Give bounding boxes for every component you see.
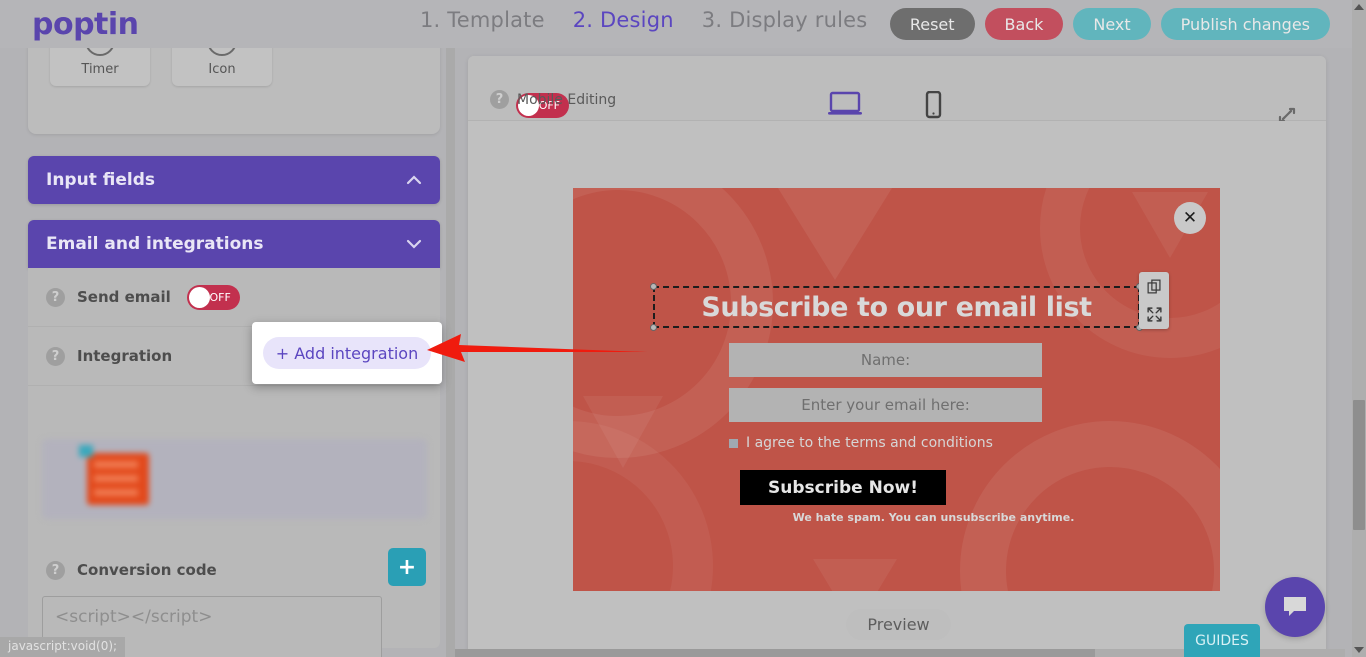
consent-label: I agree to the terms and conditions bbox=[746, 435, 993, 451]
conversion-code-label: Conversion code bbox=[77, 561, 217, 579]
chevron-down-icon bbox=[406, 237, 422, 251]
popup-headline[interactable]: Subscribe to our email list bbox=[655, 288, 1138, 326]
desktop-icon bbox=[827, 91, 862, 122]
preview-button[interactable]: Preview bbox=[846, 609, 951, 640]
decor-triangle-2 bbox=[583, 396, 663, 468]
timer-icon bbox=[85, 48, 115, 56]
resize-handle-bottom-left[interactable] bbox=[650, 324, 657, 331]
canvas-toolbar: OFF ? Mobile Editing Desktop bbox=[468, 56, 1326, 141]
step-display-rules[interactable]: 3. Display rules bbox=[702, 8, 868, 32]
resize-handle-top-left[interactable] bbox=[650, 283, 657, 290]
header-actions: Reset Back Next Publish changes bbox=[889, 8, 1330, 40]
mobile-icon bbox=[923, 90, 943, 124]
widget-palette: Timer Icon bbox=[28, 48, 440, 134]
widget-timer-label: Timer bbox=[81, 61, 119, 77]
move-icon[interactable] bbox=[1146, 307, 1162, 322]
app-header: poptin 1. Template 2. Design 3. Display … bbox=[0, 0, 1352, 48]
popup-close-icon[interactable]: ✕ bbox=[1174, 202, 1206, 234]
consent-checkbox[interactable] bbox=[729, 438, 738, 448]
next-button[interactable]: Next bbox=[1073, 8, 1151, 40]
popup-preview: ✕ Subscribe to our email list Name: Ente… bbox=[573, 188, 1220, 591]
popup-consent-row: I agree to the terms and conditions bbox=[729, 435, 993, 451]
sidebar-divider bbox=[446, 48, 455, 657]
headline-selection-box[interactable]: Subscribe to our email list bbox=[650, 283, 1143, 331]
decor-circle-3 bbox=[960, 421, 1220, 591]
send-email-toggle-state: OFF bbox=[209, 290, 231, 304]
help-icon-mobile-editing[interactable]: ? bbox=[490, 90, 509, 109]
add-integration-button[interactable]: + Add integration bbox=[263, 337, 431, 369]
help-icon-conversion-code[interactable]: ? bbox=[46, 560, 65, 580]
back-button[interactable]: Back bbox=[984, 8, 1064, 40]
section-email-integrations[interactable]: Email and integrations bbox=[28, 220, 440, 268]
widget-icon[interactable]: Icon bbox=[172, 48, 272, 86]
step-template[interactable]: 1. Template bbox=[420, 8, 545, 32]
send-email-toggle[interactable]: OFF bbox=[186, 284, 240, 310]
popup-subscribe-button[interactable]: Subscribe Now! bbox=[740, 470, 946, 505]
poptin-logo[interactable]: poptin bbox=[32, 7, 139, 42]
decor-circle-4 bbox=[573, 421, 713, 591]
horizontal-scrollbar-thumb[interactable] bbox=[455, 649, 1095, 657]
popup-name-field[interactable]: Name: bbox=[729, 343, 1042, 377]
integration-logo-lines bbox=[94, 461, 138, 503]
decor-triangle-1 bbox=[773, 188, 897, 280]
decor-triangle-3 bbox=[813, 559, 897, 591]
step-design[interactable]: 2. Design bbox=[573, 8, 674, 32]
section-input-fields[interactable]: Input fields bbox=[28, 156, 440, 204]
step-nav: 1. Template 2. Design 3. Display rules bbox=[420, 8, 867, 32]
integration-label: Integration bbox=[77, 347, 173, 365]
widget-timer[interactable]: Timer bbox=[50, 48, 150, 86]
add-integration-popover: + Add integration bbox=[252, 322, 442, 384]
widget-grid: Timer Icon bbox=[50, 48, 272, 86]
section-email-integrations-label: Email and integrations bbox=[46, 234, 264, 254]
help-icon-send-email[interactable]: ? bbox=[46, 287, 65, 307]
reset-button[interactable]: Reset bbox=[889, 8, 975, 40]
duplicate-icon[interactable] bbox=[1147, 279, 1162, 294]
row-send-email: ? Send email OFF bbox=[28, 268, 440, 327]
element-toolbar bbox=[1139, 272, 1169, 329]
add-conversion-code-button[interactable]: + bbox=[388, 548, 426, 586]
canvas-stage: ✕ Subscribe to our email list Name: Ente… bbox=[468, 121, 1326, 656]
toggle-knob bbox=[188, 286, 210, 308]
integration-card-preview[interactable] bbox=[42, 439, 427, 519]
app-root: poptin 1. Template 2. Design 3. Display … bbox=[0, 0, 1366, 657]
publish-changes-button[interactable]: Publish changes bbox=[1160, 8, 1330, 40]
scroll-down-arrow-icon[interactable] bbox=[1354, 647, 1364, 653]
row-conversion-code: ? Conversion code + bbox=[28, 540, 440, 600]
design-canvas: OFF ? Mobile Editing Desktop bbox=[468, 56, 1326, 656]
vertical-scrollbar[interactable] bbox=[1352, 0, 1366, 657]
popup-spam-note: We hate spam. You can unsubscribe anytim… bbox=[792, 511, 1075, 524]
guides-badge[interactable]: GUIDES bbox=[1184, 624, 1260, 657]
send-email-label: Send email bbox=[77, 288, 171, 306]
chat-bubble-icon[interactable] bbox=[1265, 577, 1325, 637]
widget-icon-label: Icon bbox=[208, 61, 236, 77]
help-icon-integration[interactable]: ? bbox=[46, 346, 65, 366]
vertical-scrollbar-thumb[interactable] bbox=[1353, 400, 1365, 530]
popup-email-field[interactable]: Enter your email here: bbox=[729, 388, 1042, 422]
mobile-editing-row: ? Mobile Editing bbox=[490, 90, 616, 109]
scroll-up-arrow-icon[interactable] bbox=[1354, 4, 1364, 10]
browser-status-bar: javascript:void(0); bbox=[0, 637, 126, 657]
mobile-editing-label: Mobile Editing bbox=[517, 91, 617, 108]
chevron-up-icon bbox=[406, 173, 422, 187]
section-input-fields-label: Input fields bbox=[46, 170, 155, 190]
flag-icon bbox=[207, 48, 237, 56]
